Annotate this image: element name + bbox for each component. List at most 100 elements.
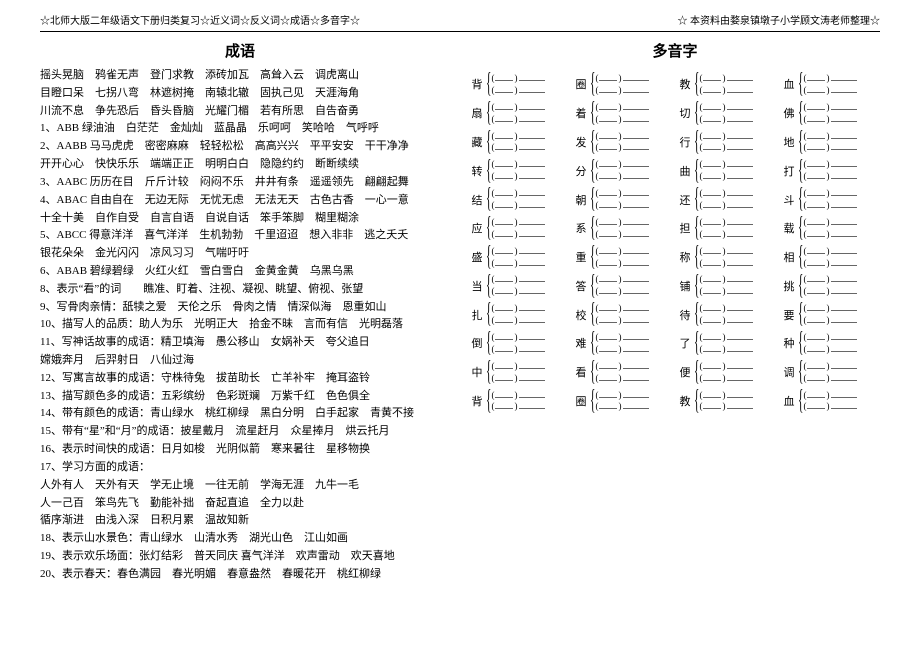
polyphone-hanzi: 应 — [470, 220, 484, 236]
polyphone-cell: 转{()() — [470, 159, 568, 182]
reading-slots: ()() — [803, 131, 857, 154]
reading-slots: ()() — [803, 332, 857, 355]
reading-slots: ()() — [699, 361, 753, 384]
idiom-line: 8、表示“看”的词 瞧准、盯着、注视、凝视、眺望、俯视、张望 — [40, 281, 440, 299]
idiom-line: 摇头晃脑 鸦雀无声 登门求教 添砖加瓦 高耸入云 调虎离山 — [40, 67, 440, 85]
polyphone-hanzi: 圈 — [574, 393, 588, 409]
idiom-line: 人一己百 笨鸟先飞 勤能补拙 奋起直追 全力以赴 — [40, 495, 440, 513]
bracket-icon: { — [486, 303, 491, 325]
idiom-line: 16、表示时间快的成语：日月如梭 光阴似箭 寒来暑往 星移物换 — [40, 441, 440, 459]
polyphone-cell: 圈{()() — [574, 390, 672, 413]
bracket-icon: { — [590, 275, 595, 297]
polyphone-hanzi: 藏 — [470, 134, 484, 150]
polyphone-cell: 待{()() — [678, 303, 776, 326]
reading-slots: ()() — [595, 274, 649, 297]
polyphone-hanzi: 背 — [470, 76, 484, 92]
polyphone-cell: 教{()() — [678, 73, 776, 96]
polyphone-cell: 系{()() — [574, 217, 672, 240]
polyphone-hanzi: 打 — [782, 163, 796, 179]
bracket-icon: { — [486, 275, 491, 297]
reading-slots: ()() — [699, 217, 753, 240]
bracket-icon: { — [694, 390, 699, 412]
bracket-icon: { — [590, 361, 595, 383]
polyphone-cell: 教{()() — [678, 390, 776, 413]
bracket-icon: { — [798, 131, 803, 153]
polyphone-hanzi: 调 — [782, 364, 796, 380]
reading-slots: ()() — [491, 390, 545, 413]
bracket-icon: { — [486, 390, 491, 412]
idioms-column: 成语 摇头晃脑 鸦雀无声 登门求教 添砖加瓦 高耸入云 调虎离山目瞪口呆 七拐八… — [40, 32, 460, 584]
idiom-line: 12、写寓言故事的成语：守株待兔 拔苗助长 亡羊补牢 掩耳盗铃 — [40, 370, 440, 388]
polyphone-cell: 地{()() — [782, 131, 880, 154]
idiom-line: 10、描写人的品质：助人为乐 光明正大 拾金不昧 言而有信 光明磊落 — [40, 316, 440, 334]
polyphone-row: 倒{()()难{()()了{()()种{()() — [470, 332, 880, 355]
polyphone-cell: 朝{()() — [574, 188, 672, 211]
polyphone-hanzi: 朝 — [574, 192, 588, 208]
reading-slots: ()() — [595, 390, 649, 413]
polyphone-hanzi: 分 — [574, 163, 588, 179]
idiom-line: 19、表示欢乐场面：张灯结彩 普天同庆 喜气洋洋 欢声雷动 欢天喜地 — [40, 548, 440, 566]
polyphone-row: 背{()()圈{()()教{()()血{()() — [470, 73, 880, 96]
polyphone-row: 藏{()()发{()()行{()()地{()() — [470, 131, 880, 154]
bracket-icon: { — [694, 246, 699, 268]
reading-slots: ()() — [595, 73, 649, 96]
polyphone-cell: 种{()() — [782, 332, 880, 355]
reading-slots: ()() — [491, 73, 545, 96]
polyphone-hanzi: 圈 — [574, 76, 588, 92]
idiom-line: 11、写神话故事的成语：精卫填海 愚公移山 女娲补天 夸父追日 — [40, 334, 440, 352]
bracket-icon: { — [694, 217, 699, 239]
bracket-icon: { — [590, 303, 595, 325]
polyphone-hanzi: 斗 — [782, 192, 796, 208]
polyphone-column: 多音字 背{()()圈{()()教{()()血{()()扇{()()着{()()… — [460, 32, 880, 584]
reading-slots: ()() — [803, 102, 857, 125]
polyphone-hanzi: 发 — [574, 134, 588, 150]
polyphone-row: 中{()()看{()()便{()()调{()() — [470, 361, 880, 384]
reading-slots: ()() — [699, 303, 753, 326]
bracket-icon: { — [694, 332, 699, 354]
reading-slots: ()() — [595, 188, 649, 211]
polyphone-cell: 藏{()() — [470, 131, 568, 154]
idiom-line: 目瞪口呆 七拐八弯 林遮树掩 南辕北辙 固执己见 天涯海角 — [40, 85, 440, 103]
polyphone-cell: 重{()() — [574, 246, 672, 269]
bracket-icon: { — [486, 73, 491, 95]
polyphone-cell: 相{()() — [782, 246, 880, 269]
polyphone-row: 转{()()分{()()曲{()()打{()() — [470, 159, 880, 182]
idiom-line: 6、ABAB 碧绿碧绿 火红火红 雪白雪白 金黄金黄 乌黑乌黑 — [40, 263, 440, 281]
bracket-icon: { — [798, 390, 803, 412]
reading-slots: ()() — [699, 73, 753, 96]
reading-slots: ()() — [491, 131, 545, 154]
polyphone-row: 扎{()()校{()()待{()()要{()() — [470, 303, 880, 326]
polyphone-hanzi: 挑 — [782, 278, 796, 294]
reading-slots: ()() — [803, 303, 857, 326]
polyphone-hanzi: 待 — [678, 307, 692, 323]
polyphone-cell: 了{()() — [678, 332, 776, 355]
reading-slots: ()() — [699, 131, 753, 154]
polyphone-cell: 中{()() — [470, 361, 568, 384]
polyphone-cell: 斗{()() — [782, 188, 880, 211]
polyphone-hanzi: 要 — [782, 307, 796, 323]
polyphone-hanzi: 扎 — [470, 307, 484, 323]
polyphone-cell: 当{()() — [470, 274, 568, 297]
bracket-icon: { — [694, 73, 699, 95]
reading-slots: ()() — [491, 159, 545, 182]
bracket-icon: { — [798, 217, 803, 239]
polyphone-hanzi: 种 — [782, 335, 796, 351]
polyphone-cell: 曲{()() — [678, 159, 776, 182]
reading-slots: ()() — [803, 73, 857, 96]
reading-slots: ()() — [699, 390, 753, 413]
polyphone-cell: 倒{()() — [470, 332, 568, 355]
polyphone-hanzi: 校 — [574, 307, 588, 323]
polyphone-cell: 担{()() — [678, 217, 776, 240]
polyphone-hanzi: 系 — [574, 220, 588, 236]
polyphone-hanzi: 盛 — [470, 249, 484, 265]
polyphone-cell: 调{()() — [782, 361, 880, 384]
polyphone-title: 多音字 — [470, 32, 880, 67]
bracket-icon: { — [694, 275, 699, 297]
polyphone-hanzi: 结 — [470, 192, 484, 208]
polyphone-row: 当{()()答{()()铺{()()挑{()() — [470, 274, 880, 297]
reading-slots: ()() — [491, 332, 545, 355]
polyphone-cell: 应{()() — [470, 217, 568, 240]
polyphone-cell: 挑{()() — [782, 274, 880, 297]
bracket-icon: { — [798, 332, 803, 354]
bracket-icon: { — [590, 160, 595, 182]
